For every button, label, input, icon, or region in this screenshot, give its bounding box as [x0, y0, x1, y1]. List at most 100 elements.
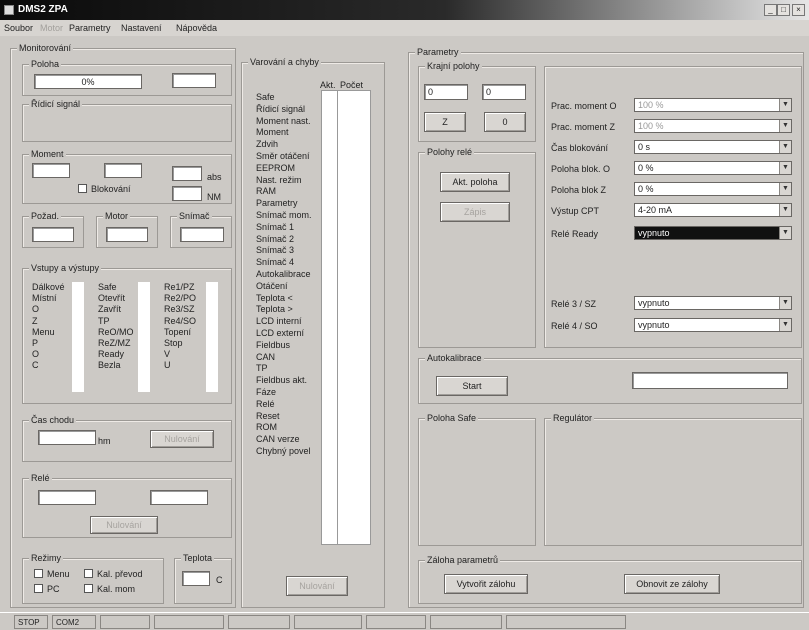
- warning-item: LCD interní: [256, 316, 302, 327]
- io-label: Topení: [164, 326, 192, 337]
- warning-item: TP: [256, 363, 268, 374]
- rele-field-2[interactable]: [150, 490, 208, 505]
- param-label: Čas blokování: [551, 143, 609, 153]
- group-label: Monitorování: [17, 43, 74, 53]
- group-label: Snímač: [177, 211, 212, 221]
- group-label: Poloha: [29, 59, 62, 69]
- krajni-z-button[interactable]: Z: [424, 112, 466, 132]
- warning-item: CAN: [256, 351, 276, 362]
- cas-chodu-field[interactable]: [38, 430, 96, 445]
- warning-item: Teplota <: [256, 292, 293, 303]
- pozad-field[interactable]: [32, 227, 74, 242]
- group-label: Čas chodu: [29, 415, 77, 425]
- autokal-field[interactable]: [632, 372, 788, 389]
- warning-item: Relé: [256, 398, 275, 409]
- snimac-field[interactable]: [180, 227, 224, 242]
- io-label: V: [164, 349, 171, 360]
- param-combo[interactable]: vypnuto ▼: [634, 318, 792, 332]
- moment-field-2[interactable]: [104, 163, 142, 178]
- varovani-nulovani-button[interactable]: Nulování: [286, 576, 348, 596]
- menu-bar: Soubor Motor Parametry Nastavení Nápověd…: [0, 20, 809, 36]
- chevron-down-icon[interactable]: ▼: [779, 183, 791, 195]
- menu-napoveda[interactable]: Nápověda: [176, 23, 217, 33]
- param-combo[interactable]: 100 % ▼: [634, 98, 792, 112]
- param-combo[interactable]: 4-20 mA ▼: [634, 203, 792, 217]
- blokovani-checkbox[interactable]: [78, 184, 87, 193]
- grid-divider: [337, 90, 338, 545]
- io-label: Re4/SO: [164, 315, 197, 326]
- chevron-down-icon[interactable]: ▼: [779, 120, 791, 132]
- chevron-down-icon[interactable]: ▼: [779, 99, 791, 111]
- io-label: Bezla: [98, 360, 121, 371]
- warning-item: RAM: [256, 186, 276, 197]
- param-combo[interactable]: 0 % ▼: [634, 161, 792, 175]
- param-value: vypnuto: [638, 320, 670, 330]
- rele-nulovani-button[interactable]: Nulování: [90, 516, 158, 534]
- moment-abs-field[interactable]: [172, 166, 202, 181]
- maximize-icon[interactable]: □: [777, 4, 790, 16]
- io-label: Ready: [98, 349, 125, 360]
- group-label: Záloha parametrů: [425, 555, 501, 565]
- minimize-icon[interactable]: _: [764, 4, 777, 16]
- param-combo[interactable]: 100 % ▼: [634, 119, 792, 133]
- menu-soubor[interactable]: Soubor: [4, 23, 33, 33]
- kal-prev-checkbox[interactable]: [84, 569, 93, 578]
- group-label: Polohy relé: [425, 147, 475, 157]
- cas-nulovani-button[interactable]: Nulování: [150, 430, 214, 448]
- app-icon[interactable]: [4, 5, 14, 15]
- io-label: TP: [98, 315, 110, 326]
- zapis-button[interactable]: Zápis: [440, 202, 510, 222]
- krajni-o-button[interactable]: 0: [484, 112, 526, 132]
- menu-parametry[interactable]: Parametry: [69, 23, 111, 33]
- akt-poloha-button[interactable]: Akt. poloha: [440, 172, 510, 192]
- kal-mom-checkbox[interactable]: [84, 584, 93, 593]
- close-icon[interactable]: ×: [792, 4, 805, 16]
- poloha-field-2[interactable]: [172, 73, 216, 88]
- menu-nastaveni[interactable]: Nastavení: [121, 23, 162, 33]
- io-label: Stop: [164, 338, 183, 349]
- menu-motor[interactable]: Motor: [40, 23, 63, 33]
- menu-checkbox[interactable]: [34, 569, 43, 578]
- group-label: Vstupy a výstupy: [29, 263, 102, 273]
- warning-item: Chybný povel: [256, 445, 311, 456]
- param-label: Relé 4 / SO: [551, 321, 598, 331]
- group-regulator: Regulátor: [544, 413, 802, 546]
- motor-field[interactable]: [106, 227, 148, 242]
- poloha-field[interactable]: 0%: [34, 74, 142, 89]
- param-label: Prac. moment O: [551, 101, 617, 111]
- chevron-down-icon[interactable]: ▼: [779, 141, 791, 153]
- menu-checkbox-label: Menu: [47, 569, 70, 579]
- status-cell: [366, 615, 426, 629]
- param-label: Poloha blok Z: [551, 185, 607, 195]
- io-label: O: [32, 304, 40, 315]
- autokal-start-button[interactable]: Start: [436, 376, 508, 396]
- teplota-field[interactable]: [182, 571, 210, 586]
- rele-field-1[interactable]: [38, 490, 96, 505]
- pc-checkbox[interactable]: [34, 584, 43, 593]
- chevron-down-icon[interactable]: ▼: [779, 227, 791, 239]
- io-label: Z: [32, 315, 38, 326]
- io-label: Re3/SZ: [164, 304, 195, 315]
- io-label: Zavřít: [98, 304, 122, 315]
- warning-item: LCD externí: [256, 327, 305, 338]
- chevron-down-icon[interactable]: ▼: [779, 162, 791, 174]
- obnovit-zalohy-button[interactable]: Obnovit ze zálohy: [624, 574, 720, 594]
- chevron-down-icon[interactable]: ▼: [779, 319, 791, 331]
- param-combo[interactable]: 0 s ▼: [634, 140, 792, 154]
- vytvorit-zalohu-button[interactable]: Vytvořit zálohu: [444, 574, 528, 594]
- krajni-field-2[interactable]: 0: [482, 84, 526, 100]
- moment-field-1[interactable]: [32, 163, 70, 178]
- param-combo[interactable]: vypnuto ▼: [634, 226, 792, 240]
- unit-abs: abs: [207, 172, 222, 182]
- krajni-field-1[interactable]: 0: [424, 84, 468, 100]
- moment-nm-field[interactable]: [172, 186, 202, 201]
- param-combo[interactable]: vypnuto ▼: [634, 296, 792, 310]
- param-combo[interactable]: 0 % ▼: [634, 182, 792, 196]
- warning-item: Moment: [256, 127, 289, 138]
- blokovani-label: Blokování: [91, 184, 131, 194]
- group-poloha-safe: Poloha Safe: [418, 413, 536, 546]
- chevron-down-icon[interactable]: ▼: [779, 297, 791, 309]
- io-label: C: [32, 360, 39, 371]
- status-bar: STOP COM2: [0, 612, 809, 630]
- chevron-down-icon[interactable]: ▼: [779, 204, 791, 216]
